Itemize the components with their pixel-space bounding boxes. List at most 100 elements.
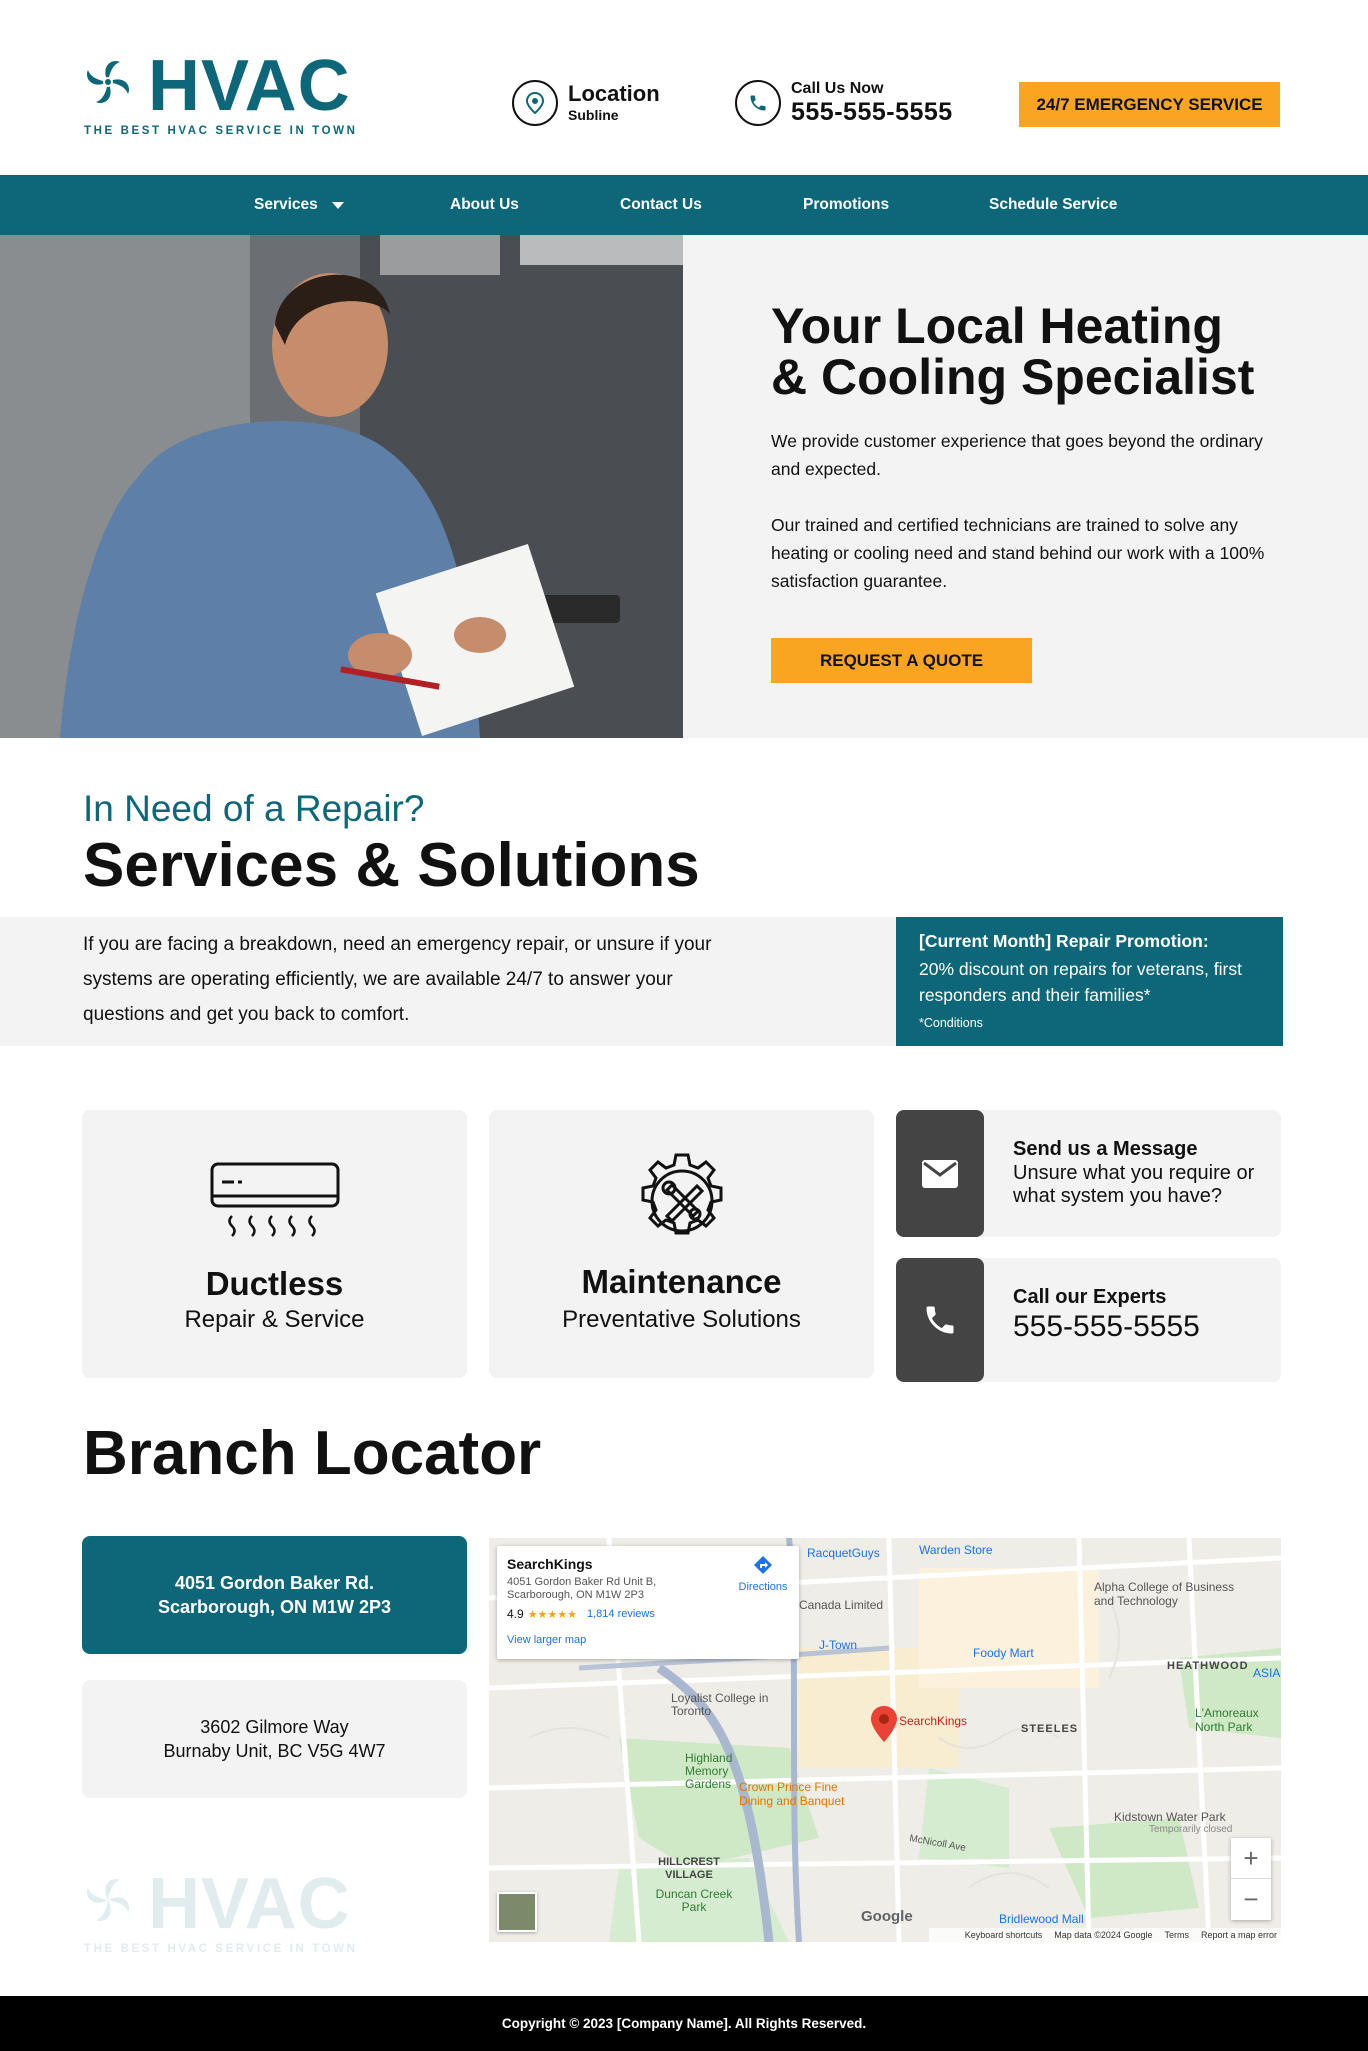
- request-quote-button[interactable]: REQUEST A QUOTE: [771, 638, 1032, 683]
- map-place-card: SearchKings 4051 Gordon Baker Rd Unit B,…: [497, 1546, 799, 1659]
- map-rating-row: 4.9 ★★★★★ 1,814 reviews: [507, 1607, 655, 1621]
- directions-button[interactable]: Directions: [733, 1554, 793, 1593]
- map-place-label[interactable]: L'Amoreaux North Park: [1195, 1706, 1275, 1734]
- gear-tools-icon: [641, 1153, 723, 1235]
- map-reviews-link[interactable]: 1,814 reviews: [587, 1608, 655, 1620]
- call-experts-title: Call our Experts: [1013, 1286, 1167, 1308]
- hero-panel: Your Local Heating & Cooling Specialist …: [683, 235, 1368, 738]
- branch-address-line1: 4051 Gordon Baker Rd.: [174, 1573, 375, 1593]
- nav-item-schedule[interactable]: Schedule Service: [989, 175, 1117, 235]
- send-message-card[interactable]: Send us a Message Unsure what you requir…: [896, 1110, 1281, 1237]
- phone-icon: [735, 80, 781, 126]
- map-place-label[interactable]: Duncan Creek Park: [654, 1888, 734, 1914]
- report-error-link[interactable]: Report a map error: [1201, 1930, 1277, 1940]
- site-header: HVAC THE BEST HVAC SERVICE IN TOWN Locat…: [0, 0, 1368, 175]
- nav-label-services: Services: [254, 196, 318, 213]
- hero-paragraph-2: Our trained and certified technicians ar…: [771, 515, 1265, 591]
- repair-promotion[interactable]: [Current Month] Repair Promotion: 20% di…: [896, 917, 1283, 1046]
- branch-scarborough[interactable]: 4051 Gordon Baker Rd. Scarborough, ON M1…: [82, 1536, 467, 1654]
- nav-item-about[interactable]: About Us: [450, 175, 519, 235]
- service-card-maintenance[interactable]: Maintenance Preventative Solutions: [489, 1110, 874, 1378]
- envelope-icon: [896, 1110, 984, 1237]
- call-experts-card[interactable]: Call our Experts 555-555-5555: [896, 1258, 1281, 1382]
- services-intro-band: If you are facing a breakdown, need an e…: [0, 917, 896, 1046]
- footer-logo-watermark: HVAC THE BEST HVAC SERVICE IN TOWN: [82, 1864, 382, 1962]
- call-number[interactable]: 555-555-5555: [791, 98, 953, 126]
- map-place-label[interactable]: Kidstown Water Park: [1114, 1810, 1226, 1824]
- page: HVAC THE BEST HVAC SERVICE IN TOWN Locat…: [0, 0, 1368, 2051]
- nav-item-services[interactable]: Services: [254, 175, 344, 235]
- air-conditioner-icon: [210, 1162, 340, 1237]
- maintenance-subtitle: Preventative Solutions: [562, 1306, 801, 1333]
- map-pin-icon: [871, 1706, 897, 1742]
- promo-title: [Current Month] Repair Promotion:: [919, 931, 1209, 951]
- directions-label: Directions: [738, 1581, 788, 1593]
- view-larger-map-link[interactable]: View larger map: [507, 1634, 586, 1646]
- fan-logo-icon: [86, 60, 130, 104]
- hero-title-line1: Your Local Heating: [771, 298, 1223, 354]
- map-place-label[interactable]: RacquetGuys: [807, 1546, 880, 1560]
- rating-stars-icon: ★★★★★: [527, 1608, 577, 1621]
- map-area-label: STEELES: [1021, 1723, 1079, 1735]
- map-attribution: Keyboard shortcuts Map data ©2024 Google…: [929, 1928, 1281, 1942]
- keyboard-shortcuts-link[interactable]: Keyboard shortcuts: [965, 1930, 1043, 1940]
- map-place-address1: 4051 Gordon Baker Rd Unit B,: [507, 1576, 657, 1588]
- ductless-subtitle: Repair & Service: [184, 1306, 365, 1333]
- phone-icon: [896, 1258, 984, 1382]
- map-area-label: HEATHWOOD: [1167, 1660, 1249, 1672]
- map-place-label[interactable]: Warden Store: [919, 1543, 993, 1557]
- directions-icon: [754, 1556, 772, 1574]
- map-area-label: ASIA: [1253, 1666, 1281, 1680]
- logo-tagline: THE BEST HVAC SERVICE IN TOWN: [84, 125, 358, 137]
- maintenance-title: Maintenance: [581, 1263, 782, 1300]
- fan-logo-icon: [86, 1878, 130, 1922]
- map-place-address2: Scarborough, ON M1W 2P3: [507, 1589, 644, 1601]
- header-location[interactable]: Location Subline: [512, 80, 660, 126]
- branch-burnaby[interactable]: 3602 Gilmore Way Burnaby Unit, BC V5G 4W…: [82, 1680, 467, 1798]
- map-place-label[interactable]: Foody Mart: [973, 1646, 1034, 1660]
- call-experts-number[interactable]: 555-555-5555: [1013, 1310, 1273, 1344]
- caret-down-icon: [331, 201, 344, 209]
- map-place-label[interactable]: J-Town: [819, 1638, 857, 1652]
- site-logo[interactable]: HVAC THE BEST HVAC SERVICE IN TOWN: [82, 46, 382, 144]
- zoom-out-button[interactable]: −: [1231, 1879, 1271, 1920]
- map-place-label[interactable]: Crown Prince Fine Dining and Banquet: [739, 1780, 869, 1808]
- map-rating: 4.9: [507, 1607, 524, 1621]
- google-map[interactable]: SearchKings 4051 Gordon Baker Rd Unit B,…: [489, 1538, 1281, 1942]
- location-subline: Subline: [568, 107, 619, 123]
- branch-address-line2: Scarborough, ON M1W 2P3: [157, 1597, 392, 1617]
- call-title: Call Us Now: [791, 80, 884, 97]
- hero-title-line2: & Cooling Specialist: [771, 349, 1255, 405]
- logo-tagline: THE BEST HVAC SERVICE IN TOWN: [84, 1943, 358, 1955]
- map-data-text: Map data ©2024 Google: [1054, 1930, 1153, 1940]
- map-place-name: SearchKings: [507, 1556, 593, 1572]
- map-pin[interactable]: SearchKings: [871, 1706, 967, 1747]
- header-call[interactable]: Call Us Now 555-555-5555: [735, 80, 953, 126]
- services-kicker: In Need of a Repair?: [83, 788, 425, 829]
- map-place-label[interactable]: Alpha College of Business and Technology: [1094, 1580, 1254, 1608]
- services-intro: If you are facing a breakdown, need an e…: [83, 934, 712, 1025]
- nav-item-promotions[interactable]: Promotions: [803, 175, 889, 235]
- hero-title: Your Local Heating & Cooling Specialist: [771, 301, 1291, 403]
- satellite-toggle[interactable]: [497, 1892, 537, 1932]
- branch-address-line2: Burnaby Unit, BC V5G 4W7: [163, 1741, 386, 1761]
- google-logo: Google: [861, 1908, 913, 1925]
- zoom-in-button[interactable]: +: [1231, 1838, 1271, 1879]
- logo-wordmark: HVAC: [148, 46, 351, 126]
- site-footer: Copyright © 2023 [Company Name]. All Rig…: [0, 1996, 1368, 2051]
- logo-wordmark: HVAC: [148, 1864, 351, 1944]
- map-place-label[interactable]: Bridlewood Mall: [999, 1912, 1084, 1926]
- branch-locator-title: Branch Locator: [83, 1419, 542, 1488]
- promo-conditions[interactable]: *Conditions: [919, 1016, 983, 1030]
- services-title: Services & Solutions: [83, 831, 700, 900]
- map-place-label[interactable]: Canada Limited: [799, 1598, 883, 1612]
- emergency-service-button[interactable]: 24/7 EMERGENCY SERVICE: [1019, 82, 1280, 127]
- map-pin-label: SearchKings: [899, 1714, 968, 1728]
- service-card-ductless[interactable]: Ductless Repair & Service: [82, 1110, 467, 1378]
- map-area-label: HILLCREST VILLAGE: [658, 1856, 720, 1881]
- copyright-text: Copyright © 2023 [Company Name]. All Rig…: [501, 2016, 867, 2031]
- terms-link[interactable]: Terms: [1164, 1930, 1189, 1940]
- map-zoom-controls: + −: [1231, 1838, 1271, 1920]
- nav-item-contact[interactable]: Contact Us: [620, 175, 702, 235]
- map-place-label[interactable]: Loyalist College in Toronto: [671, 1692, 791, 1718]
